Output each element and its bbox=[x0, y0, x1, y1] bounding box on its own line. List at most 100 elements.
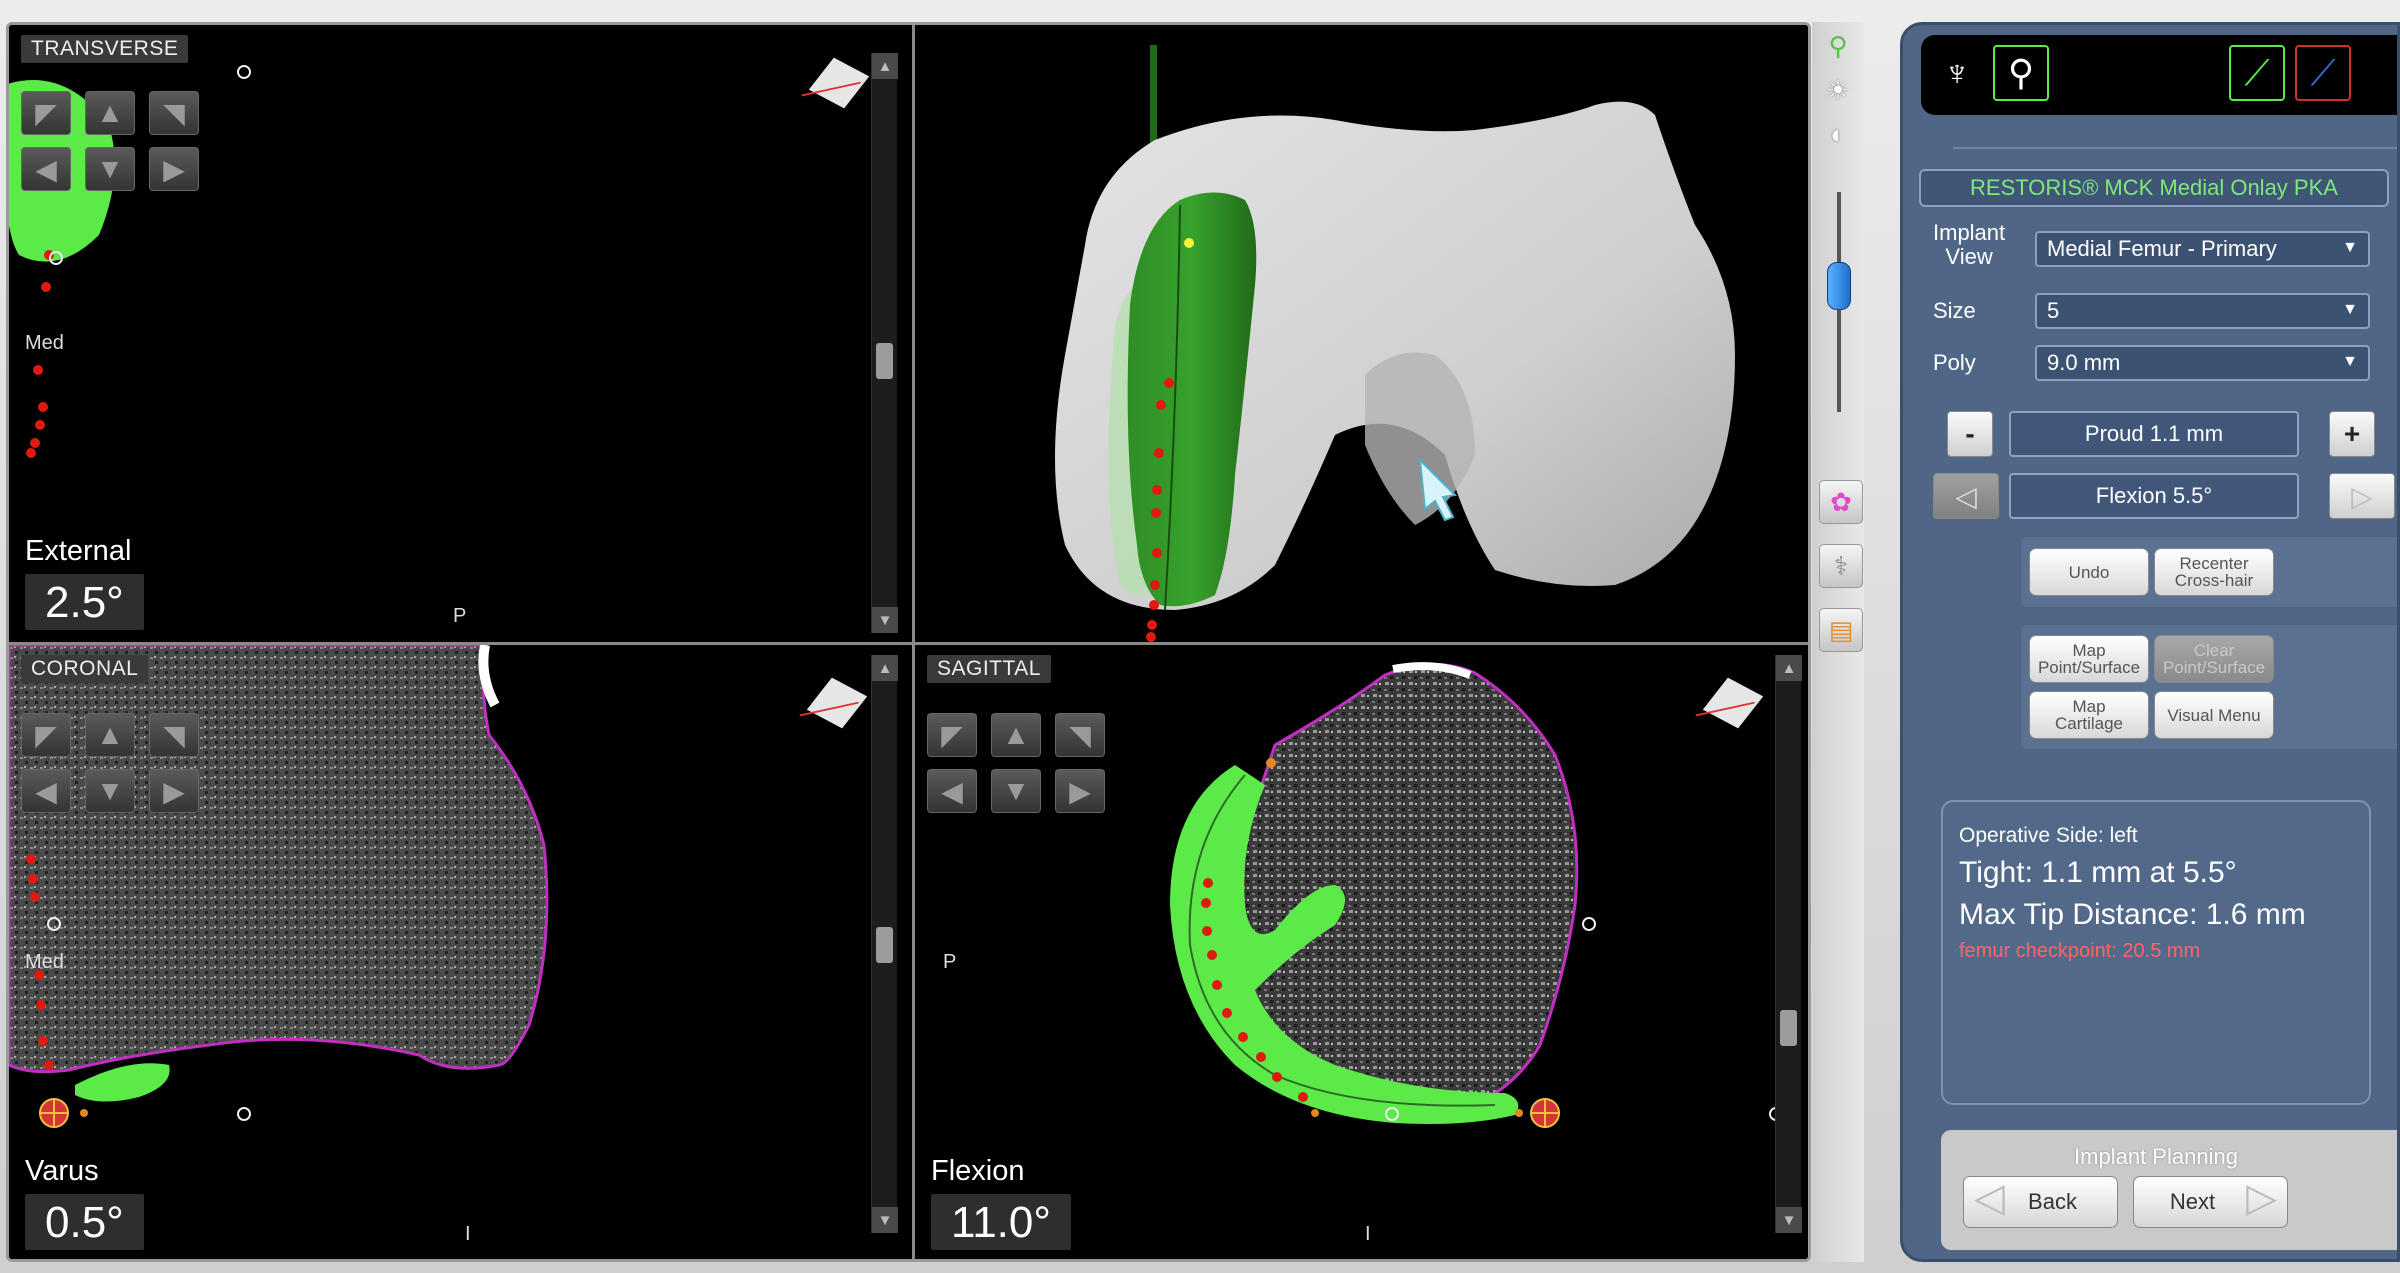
flexion-adjust-row: ◁ Flexion 5.5° ▷ bbox=[1933, 473, 2397, 521]
med-label: Med bbox=[25, 951, 64, 973]
varus-angle-readout: Varus 0.5° bbox=[25, 1155, 144, 1250]
scroll-down-icon[interactable]: ▼ bbox=[872, 607, 898, 633]
transverse-view[interactable]: TRANSVERSE ◤ ▲ ◥ ◀ ▼ ▶ Med P External 2.… bbox=[9, 25, 912, 642]
nav-pad-transverse: ◤ ▲ ◥ ◀ ▼ ▶ bbox=[21, 91, 201, 191]
next-button[interactable]: Next ▷ bbox=[2133, 1176, 2288, 1228]
probe-green-icon[interactable]: ⟋ bbox=[2229, 45, 2285, 101]
flexion-value: 11.0° bbox=[931, 1194, 1071, 1250]
chevron-right-icon: ▷ bbox=[2246, 1176, 2277, 1220]
size-label: Size bbox=[1933, 298, 1976, 323]
scroll-thumb[interactable] bbox=[876, 927, 893, 963]
landmark-marker bbox=[237, 1107, 251, 1121]
nav-up-button[interactable]: ▲ bbox=[85, 91, 135, 135]
scroll-down-icon[interactable]: ▼ bbox=[872, 1207, 898, 1233]
size-row: Size 5 ▼ bbox=[1925, 289, 2395, 331]
scroll-up-icon[interactable]: ▲ bbox=[872, 655, 898, 681]
nav-up-button[interactable]: ▲ bbox=[991, 713, 1041, 757]
color-model-icon[interactable]: ✿ bbox=[1819, 480, 1863, 524]
femur-cross-section bbox=[9, 645, 549, 1074]
brightness-slider-knob[interactable] bbox=[1827, 262, 1851, 310]
nav-left-button[interactable]: ◀ bbox=[21, 147, 71, 191]
map-cartilage-button[interactable]: Map Cartilage bbox=[2029, 691, 2149, 739]
flexion-decrease-button[interactable]: ◁ bbox=[1933, 473, 1999, 519]
poly-row: Poly 9.0 mm ▼ bbox=[1925, 341, 2395, 383]
sagittal-view[interactable]: SAGITTAL ◤ ▲ ◥ ◀ ▼ ▶ P I Flexion 11.0° ▲ bbox=[915, 645, 1808, 1259]
nav-right-button[interactable]: ▶ bbox=[149, 769, 199, 813]
nav-up-right-button[interactable]: ◥ bbox=[1055, 713, 1105, 757]
nav-right-button[interactable]: ▶ bbox=[149, 147, 199, 191]
back-label: Back bbox=[2028, 1189, 2077, 1214]
flexion-adjust-value: Flexion 5.5° bbox=[2009, 473, 2299, 519]
implant-coronal bbox=[75, 1063, 170, 1102]
landmark-marker bbox=[1385, 1107, 1399, 1121]
landmark-marker bbox=[49, 251, 63, 265]
view-label-transverse: TRANSVERSE bbox=[21, 35, 189, 63]
flexion-angle-readout: Flexion 11.0° bbox=[931, 1155, 1071, 1250]
flexion-increase-button[interactable]: ▷ bbox=[2329, 473, 2395, 519]
chevron-down-icon: ▼ bbox=[2342, 353, 2358, 370]
map-point-surface-button[interactable]: Map Point/Surface bbox=[2029, 635, 2149, 683]
nav-up-left-button[interactable]: ◤ bbox=[927, 713, 977, 757]
recenter-crosshair-button[interactable]: Recenter Cross-hair bbox=[2154, 548, 2274, 596]
nav-up-left-button[interactable]: ◤ bbox=[21, 713, 71, 757]
chevron-left-icon: ◁ bbox=[1974, 1176, 2005, 1220]
nav-up-right-button[interactable]: ◥ bbox=[149, 713, 199, 757]
nav-up-button[interactable]: ▲ bbox=[85, 713, 135, 757]
proud-minus-button[interactable]: - bbox=[1947, 411, 1993, 457]
implant-view-value: Medial Femur - Primary bbox=[2047, 236, 2277, 261]
undo-button[interactable]: Undo bbox=[2029, 548, 2149, 596]
view-label-coronal: CORONAL bbox=[21, 655, 149, 683]
tibia-icon[interactable]: ♆ bbox=[1929, 45, 1985, 101]
nav-left-button[interactable]: ◀ bbox=[21, 769, 71, 813]
3d-view[interactable] bbox=[915, 25, 1808, 642]
femur-checkpoint-text: femur checkpoint: 20.5 mm bbox=[1959, 940, 2201, 962]
poly-select[interactable]: 9.0 mm ▼ bbox=[2035, 345, 2370, 381]
nav-left-button[interactable]: ◀ bbox=[927, 769, 977, 813]
coronal-view[interactable]: CORONAL ◤ ▲ ◥ ◀ ▼ ▶ Med I Varus 0.5° ▲ ▼ bbox=[9, 645, 912, 1259]
nav-pad-sagittal: ◤ ▲ ◥ ◀ ▼ ▶ bbox=[927, 713, 1107, 813]
back-button[interactable]: ◁ Back bbox=[1963, 1176, 2118, 1228]
magnifier-icon[interactable]: ⚲ bbox=[1822, 30, 1854, 62]
implant-view-row: Implant View Medial Femur - Primary ▼ bbox=[1925, 221, 2395, 279]
workflow-step-title: Implant Planning bbox=[2074, 1144, 2238, 1169]
probe-blue-icon[interactable]: ⟋ bbox=[2295, 45, 2351, 101]
coronal-scrollbar[interactable]: ▲ ▼ bbox=[871, 655, 898, 1233]
inferior-label: I bbox=[1365, 1223, 1371, 1245]
implant-view-select[interactable]: Medial Femur - Primary ▼ bbox=[2035, 231, 2370, 267]
femur-icon[interactable]: ⚲ bbox=[1993, 45, 2049, 101]
nav-down-button[interactable]: ▼ bbox=[85, 769, 135, 813]
workflow-footer: Implant Planning ◁ Back Next ▷ bbox=[1941, 1130, 2397, 1250]
nav-down-button[interactable]: ▼ bbox=[991, 769, 1041, 813]
undo-button-group: Undo Recenter Cross-hair bbox=[2021, 537, 2397, 607]
nav-up-left-button[interactable]: ◤ bbox=[21, 91, 71, 135]
scroll-up-icon[interactable]: ▲ bbox=[872, 53, 898, 79]
scroll-thumb[interactable] bbox=[1780, 1010, 1797, 1046]
scroll-up-icon[interactable]: ▲ bbox=[1776, 655, 1802, 681]
image-viewer: TRANSVERSE ◤ ▲ ◥ ◀ ▼ ▶ Med P External 2.… bbox=[6, 22, 1811, 1262]
max-tip-distance-text: Max Tip Distance: 1.6 mm bbox=[1959, 898, 2306, 931]
transverse-scrollbar[interactable]: ▲ ▼ bbox=[871, 53, 898, 633]
scroll-down-icon[interactable]: ▼ bbox=[1776, 1207, 1802, 1233]
knee-icon[interactable]: ⚕ bbox=[1819, 544, 1863, 588]
clear-point-surface-button[interactable]: Clear Point/Surface bbox=[2154, 635, 2274, 683]
implant-view-label: Implant View bbox=[1933, 220, 2006, 269]
status-box: Operative Side: left Tight: 1.1 mm at 5.… bbox=[1941, 800, 2371, 1105]
nav-down-button[interactable]: ▼ bbox=[85, 147, 135, 191]
implant-planning-panel: ♆ ⚲ ⟋ ⟋ RESTORIS® MCK Medial Onlay PKA I… bbox=[1900, 22, 2400, 1262]
ruler-icon[interactable]: ▤ bbox=[1819, 608, 1863, 652]
chevron-down-icon: ▼ bbox=[2342, 301, 2358, 318]
yellow-landmark bbox=[1184, 238, 1194, 248]
proud-plus-button[interactable]: + bbox=[2329, 411, 2375, 457]
size-select[interactable]: 5 ▼ bbox=[2035, 293, 2370, 329]
brightness-icon[interactable]: ☀ bbox=[1822, 74, 1854, 106]
nav-up-right-button[interactable]: ◥ bbox=[149, 91, 199, 135]
landmark-marker bbox=[237, 65, 251, 79]
contrast-icon[interactable]: ◐ bbox=[1822, 118, 1854, 150]
scroll-thumb[interactable] bbox=[876, 343, 893, 379]
sagittal-scrollbar[interactable]: ▲ ▼ bbox=[1775, 655, 1802, 1233]
external-angle-readout: External 2.5° bbox=[25, 535, 144, 630]
tight-text: Tight: 1.1 mm at 5.5° bbox=[1959, 856, 2237, 889]
visual-menu-button[interactable]: Visual Menu bbox=[2154, 691, 2274, 739]
proud-value: Proud 1.1 mm bbox=[2009, 411, 2299, 457]
nav-right-button[interactable]: ▶ bbox=[1055, 769, 1105, 813]
